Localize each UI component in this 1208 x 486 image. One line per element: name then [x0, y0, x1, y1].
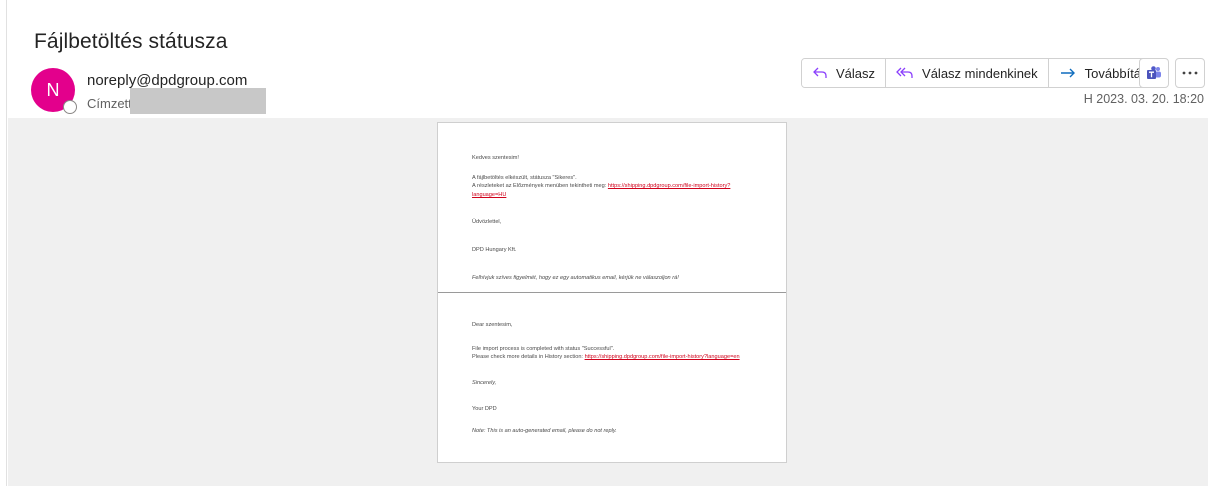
reply-icon: [813, 67, 827, 78]
email-date: H 2023. 03. 20. 18:20: [1083, 92, 1204, 106]
teams-icon: [1147, 66, 1161, 79]
recipient-label: Címzett: [87, 96, 132, 111]
reply-all-icon: [896, 67, 913, 78]
reply-all-button[interactable]: Válasz mindenkinek: [886, 59, 1049, 87]
hu-line2: A részleteket az Előzmények menüben teki…: [472, 183, 607, 189]
forward-icon: [1060, 68, 1075, 78]
teams-share-button[interactable]: [1139, 58, 1169, 88]
hu-regards: Üdvözlettel,: [472, 219, 502, 225]
sender-avatar[interactable]: N: [31, 68, 77, 114]
presence-status-icon: [63, 100, 77, 114]
en-signature: Your DPD: [472, 406, 497, 412]
reply-button-group: Válasz Válasz mindenkinek Továbbítás: [801, 58, 1159, 88]
hu-greeting: Kedves szentesim!: [472, 155, 519, 161]
reply-button[interactable]: Válasz: [802, 59, 887, 87]
hu-line2-wrap: A részleteket az Előzmények menüben teki…: [472, 182, 730, 190]
avatar-initial: N: [46, 79, 60, 100]
language-divider: [438, 292, 786, 293]
reply-all-label: Válasz mindenkinek: [922, 65, 1038, 81]
en-greeting: Dear szentesim,: [472, 322, 513, 328]
en-line2-wrap: Please check more details in History sec…: [472, 353, 740, 361]
hu-line1: A fájlbetöltés elkészült, státusza "Sike…: [472, 175, 577, 181]
en-line2: Please check more details in History sec…: [472, 354, 583, 360]
en-regards: Sincerely,: [472, 380, 497, 386]
email-content-document: Kedves szentesim! A fájlbetöltés elkészü…: [437, 122, 787, 463]
email-subject: Fájlbetöltés státusza: [34, 30, 228, 53]
recipient-redacted: [130, 88, 266, 114]
left-divider: [6, 0, 7, 486]
reply-label: Válasz: [836, 65, 876, 81]
en-note: Note: This is an auto-generated email, p…: [472, 428, 617, 434]
more-actions-button[interactable]: [1175, 58, 1205, 88]
sender-address[interactable]: noreply@dpdgroup.com: [87, 72, 247, 89]
hu-history-link-cont[interactable]: language=HU: [472, 192, 506, 198]
hu-note: Felhívjuk szíves figyelmét, hogy ez egy …: [472, 275, 679, 281]
hu-history-link[interactable]: https://shipping.dpdgroup.com/file-impor…: [608, 183, 731, 189]
message-actions: Válasz Válasz mindenkinek Továbbítás: [801, 58, 1159, 88]
hu-signature: DPD Hungary Kft.: [472, 247, 517, 253]
en-history-link[interactable]: https://shipping.dpdgroup.com/file-impor…: [585, 354, 740, 360]
more-icon: [1182, 71, 1198, 75]
en-line1: File import process is completed with st…: [472, 346, 615, 352]
hu-link-cont-wrap: language=HU: [472, 191, 506, 199]
